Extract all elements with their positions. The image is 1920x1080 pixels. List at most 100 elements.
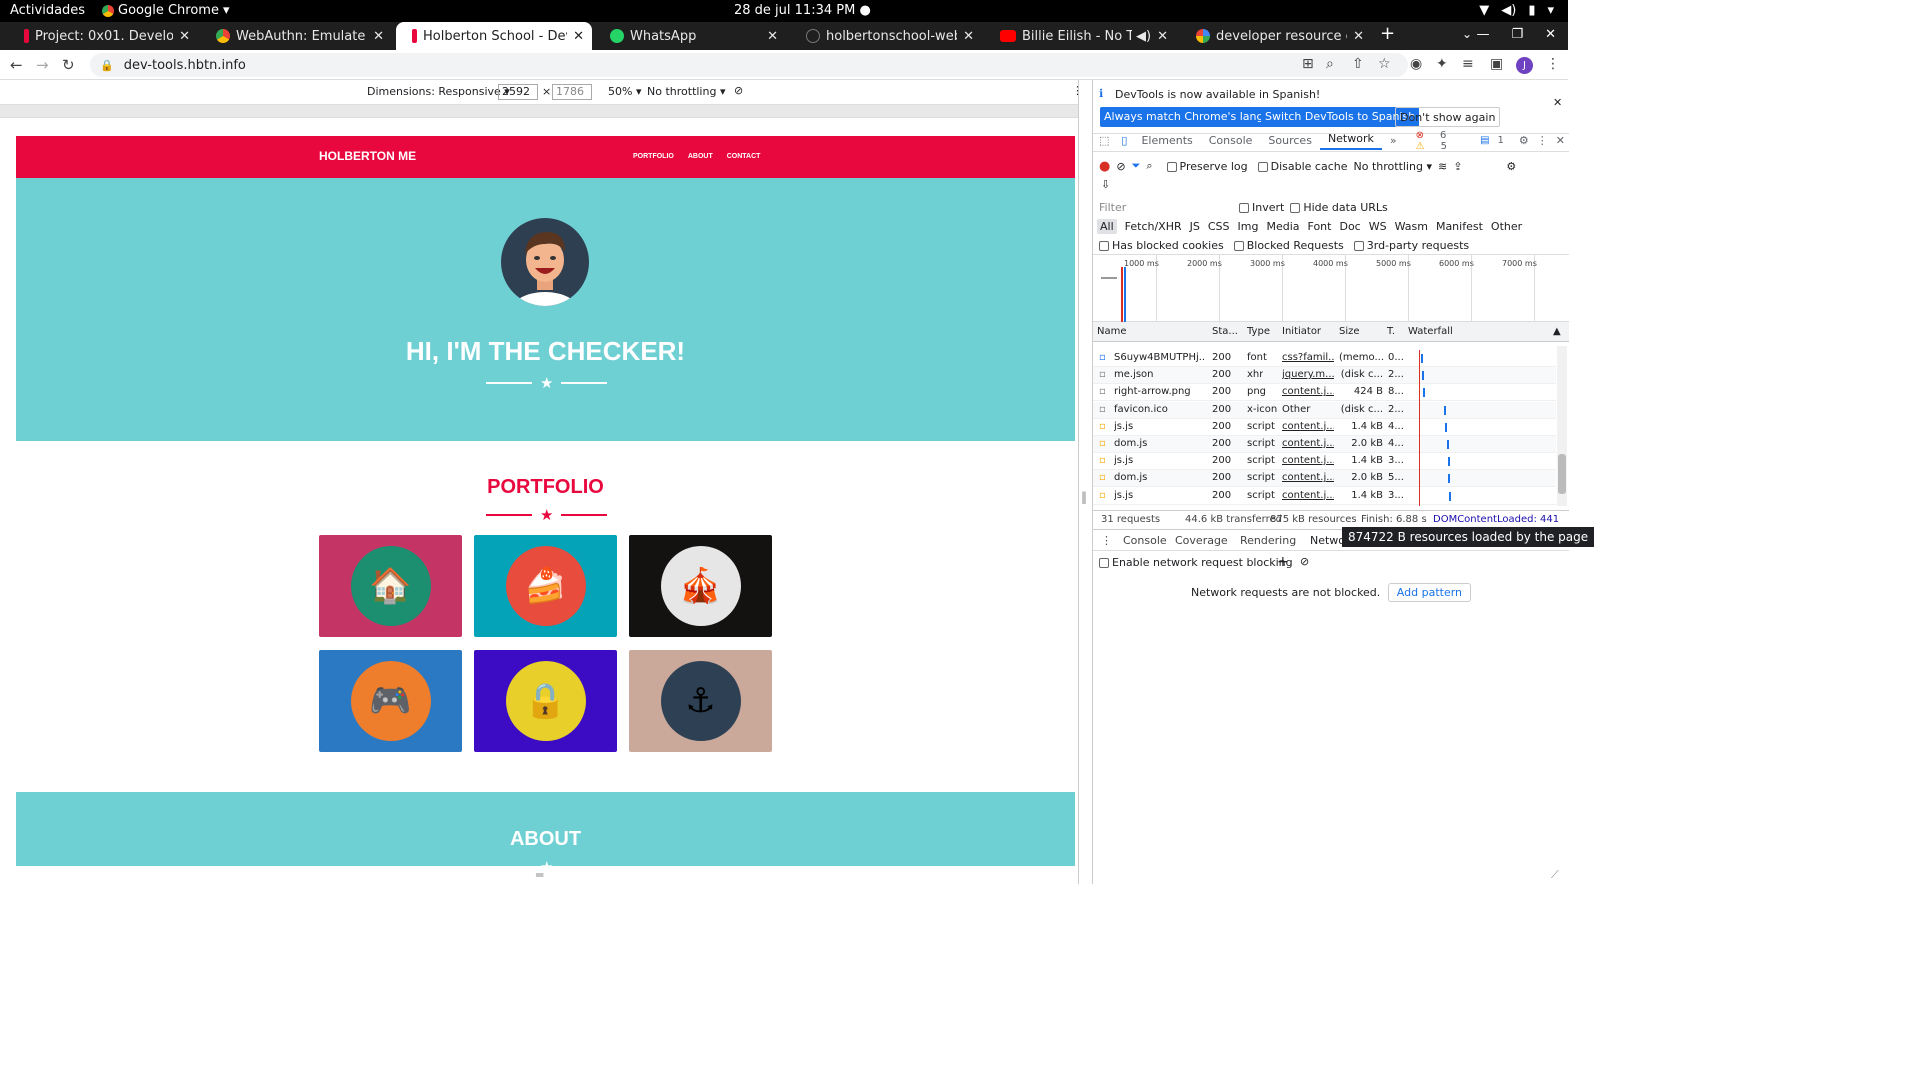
table-row[interactable]: ▫ me.json 200 xhr jquery.m... (disk c... 2... [1093,367,1556,385]
clock[interactable]: 28 de jul 11:34 PM ● [734,3,871,18]
portfolio-card[interactable]: 🏠 [319,535,462,637]
request-initiator[interactable]: content.j... [1282,421,1334,432]
table-row[interactable]: ▫ S6uyw4BMUTPHj... 200 font css?famil... (mem… [1093,350,1556,367]
error-badge[interactable]: ⊗ 6 ⚠ 5 [1405,130,1477,152]
type-filter-media[interactable]: Media [1266,220,1299,233]
close-icon[interactable]: ✕ [1157,29,1168,44]
checkbox[interactable] [1257,161,1268,172]
devtools-splitter[interactable]: ‖ [1078,80,1092,884]
address-bar[interactable]: 🔒 dev-tools.hbtn.info [90,53,1408,77]
filter-input[interactable]: Filter [1099,201,1233,214]
avatar[interactable]: J [1516,57,1533,74]
close-icon[interactable]: ✕ [767,29,778,44]
portfolio-card[interactable]: ⚓ [629,650,772,752]
device-toggle-icon[interactable]: ▯ [1115,134,1133,147]
bookmark-star-icon[interactable]: ☆ [1378,56,1391,72]
invert-checkbox[interactable]: Invert [1239,201,1284,214]
table-row[interactable]: ▫ dom.js 200 script content.j... 2.0 kB 5... [1093,470,1556,488]
browser-tab[interactable]: Project: 0x01. Developer t ✕ [8,22,198,50]
request-initiator[interactable]: content.j... [1282,490,1334,501]
checkbox[interactable] [1166,161,1177,172]
media-query-ruler[interactable] [0,104,1090,118]
hide-data-urls-checkbox[interactable]: Hide data URLs [1290,201,1388,214]
checkbox[interactable] [1099,558,1109,568]
type-filter-wasm[interactable]: Wasm [1395,220,1428,233]
type-filter-img[interactable]: Img [1238,220,1259,233]
type-filter-manifest[interactable]: Manifest [1436,220,1483,233]
tab-elements[interactable]: Elements [1133,134,1200,147]
activities-button[interactable]: Actividades [10,3,85,18]
site-brand[interactable]: HOLBERTON ME [319,149,416,163]
extension-face-icon[interactable]: ◉ [1410,56,1422,72]
checkbox[interactable] [1099,240,1109,251]
clear-icon[interactable]: ⊘ [1116,160,1125,173]
preserve-log-checkbox[interactable]: Preserve log [1166,160,1248,173]
request-initiator[interactable]: content.j... [1282,386,1334,397]
restore-icon[interactable]: ❐ [1511,27,1523,42]
drawer-tab-network-request-blocking[interactable]: Netwo [1310,534,1345,547]
request-initiator[interactable]: content.j... [1282,438,1334,449]
media-icon[interactable]: ≡ [1462,56,1474,72]
portfolio-card[interactable]: 🍰 [474,535,617,637]
export-har-icon[interactable]: ⇩ [1101,178,1110,191]
type-filter-all[interactable]: All [1097,218,1117,234]
col-status[interactable]: Sta... [1212,326,1238,337]
table-row[interactable]: ▫ js.js 200 script content.j... 1.4 kB 3... [1093,453,1556,471]
request-initiator[interactable]: css?famil... [1282,352,1334,363]
close-icon[interactable]: ✕ [179,29,190,44]
tab-sources[interactable]: Sources [1260,134,1320,147]
checkbox[interactable] [1353,240,1364,251]
audio-playing-icon[interactable]: ◀) [1136,29,1151,44]
col-initiator[interactable]: Initiator [1282,326,1321,337]
network-throttling-select[interactable]: No throttling ▾ [1354,160,1432,173]
more-vert-icon[interactable]: ⋮ [1533,134,1552,147]
type-filter-css[interactable]: CSS [1208,220,1230,233]
close-icon[interactable]: ✕ [373,29,384,44]
close-icon[interactable]: ✕ [963,29,974,44]
scrollbar-thumb[interactable] [1558,454,1566,494]
close-devtools-icon[interactable]: ✕ [1552,134,1569,147]
tab-network[interactable]: Network [1319,132,1382,150]
type-filter-js[interactable]: JS [1190,220,1200,233]
share-icon[interactable]: ⇧ [1352,56,1364,72]
has-blocked-cookies-checkbox[interactable]: Has blocked cookies [1099,239,1224,252]
table-scrollbar[interactable] [1557,346,1567,506]
third-party-checkbox[interactable]: 3rd-party requests [1353,239,1469,252]
browser-tab-active[interactable]: Holberton School - Develo ✕ [396,22,592,50]
wifi-conditions-icon[interactable]: ≋ [1438,160,1447,173]
close-icon[interactable]: ✕ [1553,96,1562,109]
col-waterfall[interactable]: Waterfall [1408,326,1453,337]
puzzle-icon[interactable]: ✦ [1436,56,1448,72]
more-vert-icon[interactable]: ⋮ [1546,56,1560,72]
drag-handle-icon[interactable]: ‖ [1081,490,1087,504]
close-icon[interactable]: ✕ [573,29,584,44]
filter-icon[interactable]: ⏷ [1132,159,1141,173]
back-icon[interactable]: ← [10,56,23,74]
col-name[interactable]: Name [1097,326,1127,337]
system-tray[interactable]: ▼ ◀) ▮ ▾ [1479,3,1554,18]
lock-icon[interactable]: 🔒 [100,59,114,72]
add-pattern-button[interactable]: Add pattern [1387,583,1472,602]
settings-icon[interactable]: ⚙ [1515,134,1533,147]
drawer-tab-console[interactable]: Console [1123,534,1167,547]
table-row[interactable]: ▫ right-arrow.png 200 png content.j... 424 B 8… [1093,384,1556,402]
browser-tab[interactable]: developer resource chron ✕ [1180,22,1372,50]
type-filter-font[interactable]: Font [1308,220,1332,233]
zoom-icon[interactable]: ⌕ [1326,56,1334,72]
close-window-icon[interactable]: ✕ [1545,27,1556,42]
search-icon[interactable]: ⌕ [1146,159,1152,173]
throttling-select[interactable]: No throttling ▾ [647,85,725,98]
minimize-icon[interactable]: — [1476,27,1489,42]
col-size[interactable]: Size [1339,326,1360,337]
drawer-tab-rendering[interactable]: Rendering [1240,534,1296,547]
portfolio-card[interactable]: 🎪 [629,535,772,637]
tab-console[interactable]: Console [1201,134,1261,147]
col-type[interactable]: Type [1247,326,1270,337]
reload-icon[interactable]: ↻ [62,56,75,74]
table-row[interactable]: ▫ dom.js 200 script content.j... 2.0 kB 4... [1093,436,1556,453]
forward-icon[interactable]: → [36,56,49,74]
dimensions-select[interactable]: Dimensions: Responsive ▾ [367,85,510,98]
import-har-icon[interactable]: ⇪ [1453,160,1462,173]
app-menu[interactable]: Google Chrome ▾ [102,3,230,18]
portfolio-card[interactable]: 🔒 [474,650,617,752]
